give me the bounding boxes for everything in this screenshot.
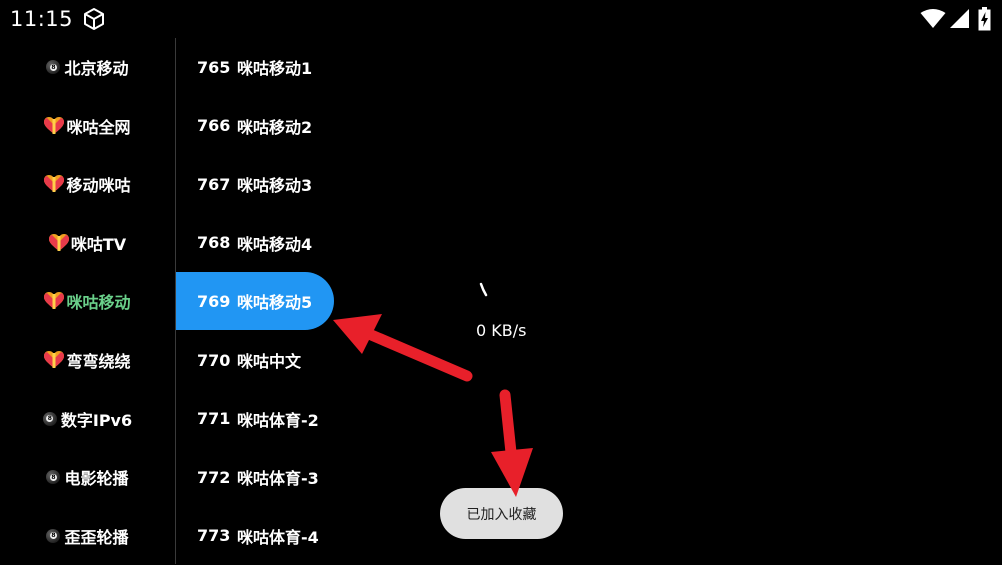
channel-name: 咪咕体育-4: [237, 527, 319, 547]
category-item[interactable]: 移动咪咕: [0, 155, 175, 213]
ball-icon: 8: [42, 411, 57, 426]
channel-list: 765 咪咕移动1 766 咪咕移动2 767 咪咕移动3 768 咪咕移动4 769 咪咕移动5…: [176, 38, 506, 564]
category-item[interactable]: 8 歪歪轮播: [0, 507, 175, 565]
channel-number: 766: [197, 116, 231, 136]
ball-icon: 8: [46, 60, 61, 74]
channel-item[interactable]: 767 咪咕移动3: [176, 155, 336, 213]
channel-name: 咪咕移动2: [237, 117, 313, 137]
channel-item[interactable]: 772 咪咕体育-3: [176, 448, 336, 506]
heart-gift-icon: [44, 116, 65, 135]
channel-number: 773: [197, 526, 231, 546]
download-speed: 0 KB/s: [476, 321, 527, 340]
channel-name: 咪咕移动1: [237, 59, 313, 78]
category-item[interactable]: 弯弯绕绕: [0, 331, 175, 389]
channel-name: 咪咕体育-3: [237, 469, 319, 489]
category-item[interactable]: 8 数字IPv6: [0, 390, 175, 448]
category-label: 歪歪轮播: [64, 527, 129, 547]
channel-item[interactable]: 771 咪咕体育-2: [176, 390, 336, 448]
app-box-icon: [84, 8, 104, 30]
ball-icon: 8: [46, 528, 61, 543]
heart-gift-icon: [48, 233, 69, 252]
loading-spinner-icon: [479, 282, 488, 297]
battery-charging-icon: [978, 7, 991, 31]
category-item[interactable]: 咪咕移动: [0, 272, 175, 330]
category-label: 移动咪咕: [66, 176, 131, 196]
toast-message: 已加入收藏: [440, 488, 563, 539]
category-item[interactable]: 8 北京移动: [0, 38, 175, 96]
channel-number: 765: [197, 57, 231, 77]
category-label: 咪咕全网: [66, 117, 131, 137]
channel-name: 咪咕移动5: [237, 293, 313, 313]
channel-item-selected[interactable]: 769 咪咕移动5: [176, 272, 334, 331]
channel-number: 770: [197, 350, 231, 370]
channel-item[interactable]: 766 咪咕移动2: [176, 97, 336, 155]
category-list: 8 北京移动 咪咕全网 移动咪咕 咪咕TV 咪咕移动 弯弯绕绕 8 数字IPv6 8 电影轮播 8 歪歪…: [0, 38, 176, 564]
signal-icon: [950, 9, 969, 28]
channel-number: 768: [197, 233, 231, 253]
channel-number: 767: [197, 174, 231, 194]
wifi-icon: [920, 9, 946, 28]
category-item[interactable]: 8 电影轮播: [0, 448, 175, 506]
category-label: 北京移动: [64, 59, 129, 78]
channel-item[interactable]: 768 咪咕移动4: [176, 214, 336, 272]
heart-gift-icon: [44, 351, 65, 369]
channel-number: 772: [197, 467, 231, 487]
channel-name: 咪咕移动4: [237, 234, 313, 254]
channel-name: 咪咕中文: [237, 352, 302, 371]
category-label: 数字IPv6: [60, 410, 133, 430]
channel-name: 咪咕体育-2: [237, 410, 319, 430]
status-bar: 11:15: [0, 0, 1002, 38]
category-label: 咪咕移动: [66, 293, 131, 313]
channel-item[interactable]: 765 咪咕移动1: [176, 38, 336, 96]
category-label: 电影轮播: [64, 469, 129, 489]
channel-item[interactable]: 773 咪咕体育-4: [176, 507, 336, 565]
status-clock: 11:15: [10, 7, 74, 31]
category-item[interactable]: 咪咕全网: [0, 97, 175, 155]
category-label: 咪咕TV: [70, 234, 127, 254]
category-label: 弯弯绕绕: [66, 352, 131, 371]
heart-gift-icon: [44, 175, 65, 193]
heart-gift-icon: [44, 292, 65, 310]
category-item[interactable]: 咪咕TV: [0, 214, 175, 272]
channel-name: 咪咕移动3: [237, 176, 313, 196]
channel-item[interactable]: 770 咪咕中文: [176, 331, 336, 389]
channel-number: 771: [197, 409, 231, 429]
ball-icon: 8: [46, 470, 61, 485]
channel-number: 769: [197, 291, 231, 311]
